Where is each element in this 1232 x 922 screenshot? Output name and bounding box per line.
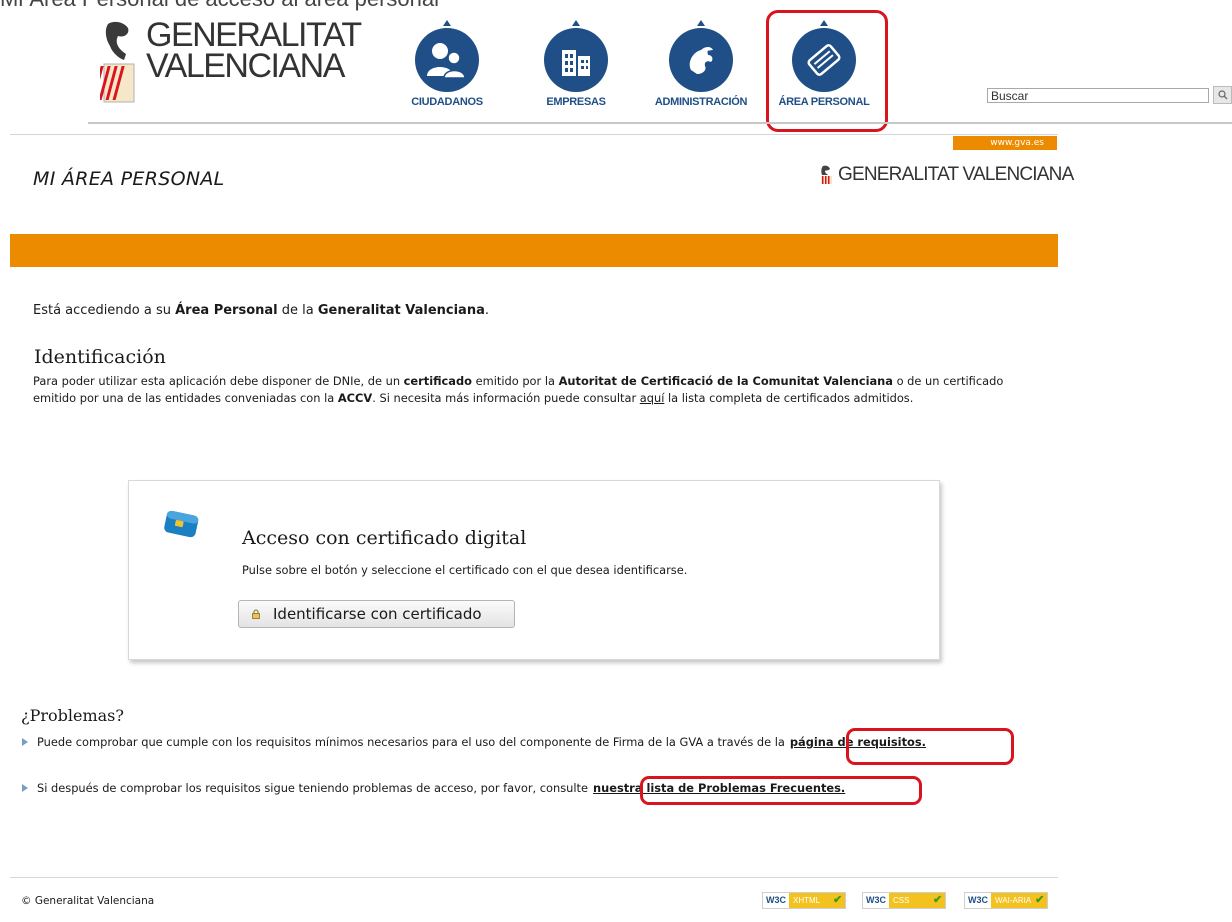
smart-card-icon bbox=[161, 508, 201, 546]
coat-of-arms-icon bbox=[821, 165, 832, 184]
checkmark-icon: ✔ bbox=[1035, 893, 1048, 908]
bullet-arrow-icon bbox=[22, 738, 28, 746]
problem-item-text: Puede comprobar que cumple con los requi… bbox=[37, 735, 785, 749]
nav-administracion[interactable]: ADMINISTRACIÓN bbox=[646, 20, 756, 108]
nav-pointer-icon bbox=[697, 20, 705, 26]
problems-heading: ¿Problemas? bbox=[21, 706, 124, 725]
gva-logo[interactable]: GENERALITAT VALENCIANA bbox=[100, 18, 362, 105]
nav-empresas[interactable]: EMPRESAS bbox=[521, 20, 631, 108]
certificates-list-link[interactable]: aquí bbox=[640, 391, 665, 405]
lock-icon bbox=[251, 605, 261, 623]
problem-item-requirements: Puede comprobar que cumple con los requi… bbox=[22, 735, 926, 749]
buildings-icon bbox=[544, 28, 608, 92]
w3c-css-badge[interactable]: W3C CSS ✔ bbox=[862, 892, 947, 909]
search-input[interactable] bbox=[987, 88, 1209, 103]
annotation-highlight-area-personal bbox=[766, 10, 888, 132]
copyright-text: © Generalitat Valenciana bbox=[21, 895, 155, 907]
intro-text: Está accediendo a su Área Personal de la… bbox=[33, 303, 489, 318]
bullet-arrow-icon bbox=[22, 784, 28, 792]
orange-banner bbox=[10, 234, 1058, 267]
card-subtitle: Pulse sobre el botón y seleccione el cer… bbox=[242, 563, 688, 577]
annotation-highlight-faq bbox=[640, 776, 922, 805]
nav-label: CIUDADANOS bbox=[411, 96, 483, 108]
search-button[interactable] bbox=[1213, 86, 1232, 104]
logo-line-2: VALENCIANA bbox=[146, 47, 345, 85]
content-top-rule bbox=[10, 134, 1058, 135]
w3c-wai-aria-badge[interactable]: W3C WAI-ARIA ✔ bbox=[964, 892, 1049, 909]
nav-pointer-icon bbox=[572, 20, 580, 26]
nav-pointer-icon bbox=[443, 20, 451, 26]
w3c-xhtml-badge[interactable]: W3C XHTML ✔ bbox=[762, 892, 847, 909]
gva-link[interactable]: www.gva.es bbox=[953, 136, 1057, 150]
identify-with-certificate-button[interactable]: Identificarse con certificado bbox=[238, 600, 515, 628]
checkmark-icon: ✔ bbox=[833, 893, 846, 908]
brand-logo-small: GENERALITAT VALENCIANA bbox=[820, 164, 1074, 186]
identification-heading: Identificación bbox=[34, 346, 166, 368]
card-title: Acceso con certificado digital bbox=[242, 527, 527, 549]
checkmark-icon: ✔ bbox=[933, 893, 946, 908]
annotation-highlight-requirements bbox=[846, 728, 1014, 765]
page-title: MI ÁREA PERSONAL bbox=[33, 168, 225, 190]
nav-label: EMPRESAS bbox=[546, 96, 606, 108]
administration-icon bbox=[669, 28, 733, 92]
brand-right-text: GENERALITAT VALENCIANA bbox=[838, 164, 1074, 185]
button-label: Identificarse con certificado bbox=[273, 605, 482, 623]
footer-divider bbox=[10, 877, 1058, 878]
nav-ciudadanos[interactable]: CIUDADANOS bbox=[392, 20, 502, 108]
clipped-caption: Mi Área Personal de acceso al área perso… bbox=[0, 0, 439, 12]
header-divider bbox=[88, 122, 1232, 124]
search-icon bbox=[1217, 90, 1227, 100]
coat-of-arms-icon bbox=[100, 21, 135, 103]
identification-paragraph: Para poder utilizar esta aplicación debe… bbox=[33, 374, 1004, 405]
nav-label: ADMINISTRACIÓN bbox=[654, 96, 748, 108]
citizens-icon bbox=[415, 28, 479, 92]
problem-item-text: Si después de comprobar los requisitos s… bbox=[37, 781, 589, 795]
